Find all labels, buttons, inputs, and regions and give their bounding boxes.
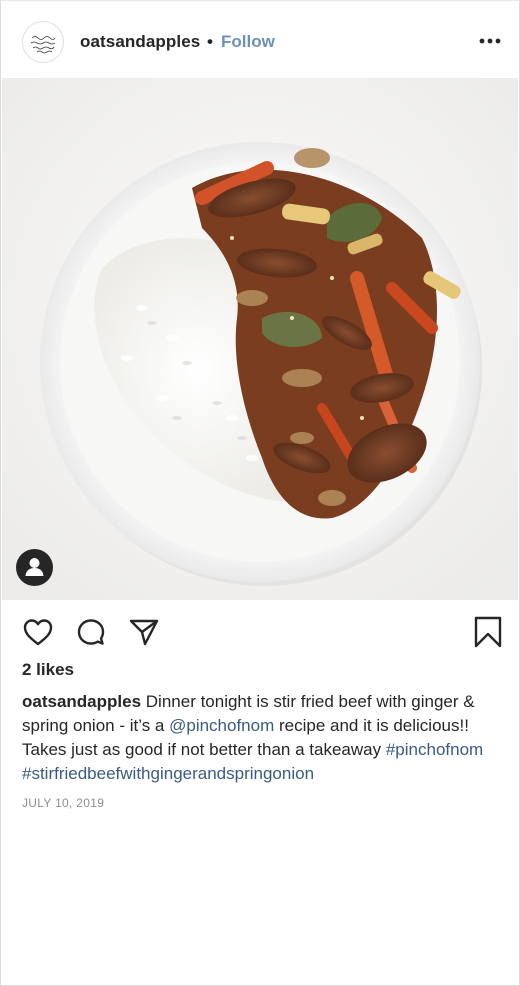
more-options-icon[interactable] bbox=[476, 30, 506, 52]
post-photo[interactable] bbox=[2, 78, 518, 600]
follow-button[interactable]: Follow bbox=[221, 32, 275, 52]
share-icon[interactable] bbox=[128, 617, 160, 652]
user-icon bbox=[25, 558, 44, 576]
heart-icon[interactable] bbox=[22, 617, 54, 652]
post-header: oatsandapples • Follow bbox=[0, 0, 520, 84]
caption-mention-link[interactable]: @pinchofnom bbox=[169, 716, 274, 735]
post-username[interactable]: oatsandapples bbox=[80, 32, 200, 52]
caption-hashtag-link[interactable]: #pinchofnom bbox=[386, 740, 483, 759]
avatar[interactable] bbox=[22, 21, 64, 63]
comment-icon[interactable] bbox=[75, 617, 107, 654]
separator-dot: • bbox=[207, 32, 213, 51]
avatar-scribble-icon bbox=[30, 36, 56, 54]
post-caption: oatsandapples Dinner tonight is stir fri… bbox=[22, 690, 508, 786]
likes-count[interactable]: 2 likes bbox=[22, 660, 74, 680]
food-bowl-image bbox=[2, 78, 518, 600]
bookmark-icon[interactable] bbox=[472, 615, 504, 654]
post-date[interactable]: JULY 10, 2019 bbox=[22, 796, 104, 810]
tagged-users-button[interactable] bbox=[16, 549, 53, 586]
caption-hashtag-link[interactable]: #stirfriedbeefwithgingerandspringonion bbox=[22, 764, 314, 783]
caption-username[interactable]: oatsandapples bbox=[22, 692, 141, 711]
